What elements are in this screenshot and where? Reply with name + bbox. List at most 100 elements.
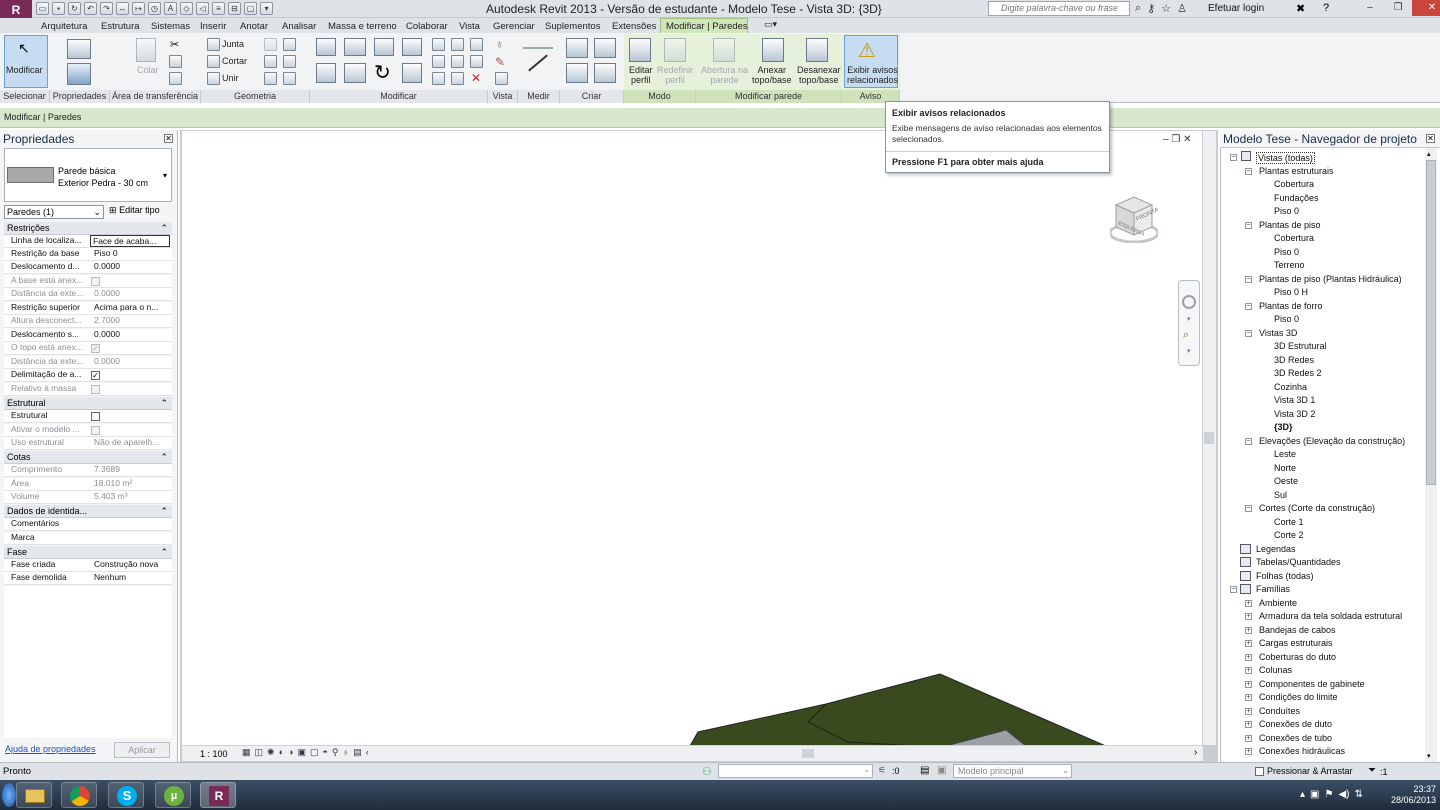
wall-joins-icon[interactable] xyxy=(264,38,277,51)
vertical-scroll-thumb[interactable] xyxy=(1204,432,1214,444)
view-restore-icon[interactable]: ❐ xyxy=(1171,134,1180,145)
tree-node[interactable]: Legendas xyxy=(1256,544,1296,554)
subscription-icon[interactable]: ⚷ xyxy=(1147,2,1155,15)
reveal-hidden-icon[interactable]: ♁ xyxy=(343,747,350,758)
tree-node[interactable]: Conexões hidráulicas xyxy=(1259,746,1345,756)
explorer-app[interactable] xyxy=(16,782,52,808)
viewcube[interactable]: ESQUERDA FRONTAL xyxy=(1110,195,1158,243)
edit-profile-label[interactable]: Editar perfil xyxy=(629,65,653,85)
scroll-left-icon[interactable]: ‹ xyxy=(366,747,369,758)
trim-single-icon[interactable] xyxy=(432,72,445,85)
redo-icon[interactable]: ↷ xyxy=(100,2,113,15)
rotate-icon[interactable]: ↻ xyxy=(374,60,391,85)
3d-view-icon[interactable]: ◇ xyxy=(180,2,193,15)
attach-top-base-icon[interactable] xyxy=(762,38,784,62)
type-dropdown-icon[interactable]: ▾ xyxy=(163,171,167,180)
scale-icon[interactable] xyxy=(451,55,464,68)
sync-icon[interactable]: ↻ xyxy=(68,2,81,15)
tab-colaborar[interactable]: Colaborar xyxy=(406,21,448,32)
property-row[interactable]: Deslocamento d... 0.0000 xyxy=(4,261,172,274)
offset-icon[interactable] xyxy=(344,38,366,56)
start-button[interactable] xyxy=(2,783,16,807)
property-row[interactable]: Fase demolida Nenhum xyxy=(4,572,172,585)
tree-node[interactable]: Plantas de piso xyxy=(1259,220,1321,230)
open-icon[interactable]: ▭ xyxy=(36,2,49,15)
tree-expander-icon[interactable]: + xyxy=(1245,654,1252,661)
tree-node[interactable]: Corte 2 xyxy=(1274,530,1304,540)
tree-node[interactable]: Piso 0 xyxy=(1274,314,1299,324)
tree-node[interactable]: Cortes (Corte da construção) xyxy=(1259,503,1375,513)
join-label[interactable]: Junta xyxy=(222,39,244,49)
unite-icon[interactable] xyxy=(207,72,220,85)
tree-node[interactable]: Armadura da tela soldada estrutural xyxy=(1259,611,1402,621)
unite-label[interactable]: Unir xyxy=(222,73,239,83)
scroll-up-icon[interactable]: ▴ xyxy=(1427,150,1431,158)
tree-node[interactable]: Vistas 3D xyxy=(1259,328,1297,338)
override-graphics-icon[interactable] xyxy=(495,72,508,85)
property-value[interactable]: Construção nova xyxy=(94,559,174,569)
property-row[interactable]: Estrutural xyxy=(4,410,172,423)
design-options-icon[interactable]: ▤ xyxy=(920,765,929,776)
save-icon[interactable]: ▪ xyxy=(52,2,65,15)
create-assembly-icon[interactable] xyxy=(566,38,588,58)
exchange-icon[interactable]: ✖ xyxy=(1296,2,1305,15)
edit-profile-icon[interactable] xyxy=(629,38,651,62)
type-properties-icon[interactable] xyxy=(67,39,91,59)
tree-expander-icon[interactable]: + xyxy=(1245,600,1252,607)
align-icon[interactable] xyxy=(316,38,336,56)
tab-inserir[interactable]: Inserir xyxy=(200,21,226,32)
reset-profile-label[interactable]: Redefinir perfil xyxy=(657,65,693,85)
tree-expander-icon[interactable]: − xyxy=(1245,276,1252,283)
category-dados-identidade[interactable]: Dados de identida... ⌃ xyxy=(4,505,172,518)
minimize-ribbon-icon[interactable]: ▭▾ xyxy=(764,19,777,30)
tree-node[interactable]: Elevações (Elevação da construção) xyxy=(1259,436,1405,446)
tree-expander-icon[interactable]: − xyxy=(1245,222,1252,229)
tree-expander-icon[interactable]: + xyxy=(1245,694,1252,701)
tree-expander-icon[interactable]: + xyxy=(1245,748,1252,755)
press-drag-checkbox[interactable] xyxy=(1255,767,1264,776)
panel-label-selecionar[interactable]: Selecionar xyxy=(0,90,50,103)
workset-select[interactable]: ⌄ xyxy=(718,764,873,778)
view-minimize-icon[interactable]: – xyxy=(1163,134,1169,145)
tree-expander-icon[interactable]: + xyxy=(1245,627,1252,634)
hammer-icon[interactable] xyxy=(283,72,296,85)
trim-multiple-icon[interactable] xyxy=(451,72,464,85)
tree-node[interactable]: Piso 0 H xyxy=(1274,287,1308,297)
scroll-right-icon[interactable]: › xyxy=(1194,747,1197,758)
close-button[interactable]: ✕ xyxy=(1412,0,1440,16)
tab-vista[interactable]: Vista xyxy=(459,21,480,32)
measure-distance-icon[interactable] xyxy=(523,47,553,49)
text-icon[interactable]: A xyxy=(164,2,177,15)
property-value[interactable]: Piso 0 xyxy=(94,248,174,258)
terrain-surface[interactable] xyxy=(689,673,1106,746)
tree-node[interactable]: Plantas estruturais xyxy=(1259,166,1334,176)
view-close-icon[interactable]: ✕ xyxy=(1183,134,1191,145)
create-similar-icon[interactable] xyxy=(594,63,616,83)
revit-app[interactable]: R xyxy=(200,782,236,808)
tree-expander-icon[interactable]: + xyxy=(1245,681,1252,688)
split-gap-icon[interactable] xyxy=(451,38,464,51)
tree-node[interactable]: Condições do limite xyxy=(1259,692,1338,702)
create-group-icon[interactable] xyxy=(566,63,588,83)
property-value[interactable]: 0.0000 xyxy=(94,329,174,339)
property-value[interactable]: Nenhum xyxy=(94,572,174,582)
edit-type-button[interactable]: ⊞ Editar tipo xyxy=(109,205,160,216)
zoom-dropdown-icon[interactable]: ▾ xyxy=(1187,347,1191,355)
browser-scroll-thumb[interactable] xyxy=(1426,160,1436,485)
tree-expander-icon[interactable]: − xyxy=(1245,438,1252,445)
close-hidden-icon[interactable]: ⊟ xyxy=(228,2,241,15)
category-restricoes[interactable]: Restrições ⌃ xyxy=(4,222,172,235)
remove-paint-icon[interactable] xyxy=(264,72,277,85)
tree-expander-icon[interactable]: + xyxy=(1245,613,1252,620)
properties-help-link[interactable]: Ajuda de propriedades xyxy=(5,744,96,754)
property-value-input[interactable]: Face de acaba... xyxy=(90,235,170,247)
chrome-app[interactable] xyxy=(61,782,97,808)
tree-node[interactable]: Cobertura xyxy=(1274,233,1314,243)
temp-hide-icon[interactable]: ⚲ xyxy=(332,747,339,758)
tree-expander-icon[interactable]: − xyxy=(1245,168,1252,175)
cut-geometry-icon[interactable] xyxy=(207,55,220,68)
favorites-icon[interactable]: ☆ xyxy=(1161,2,1171,15)
tree-node[interactable]: Cobertura xyxy=(1274,179,1314,189)
tab-gerenciar[interactable]: Gerenciar xyxy=(493,21,535,32)
tree-node[interactable]: Bandejas de cabos xyxy=(1259,625,1336,635)
